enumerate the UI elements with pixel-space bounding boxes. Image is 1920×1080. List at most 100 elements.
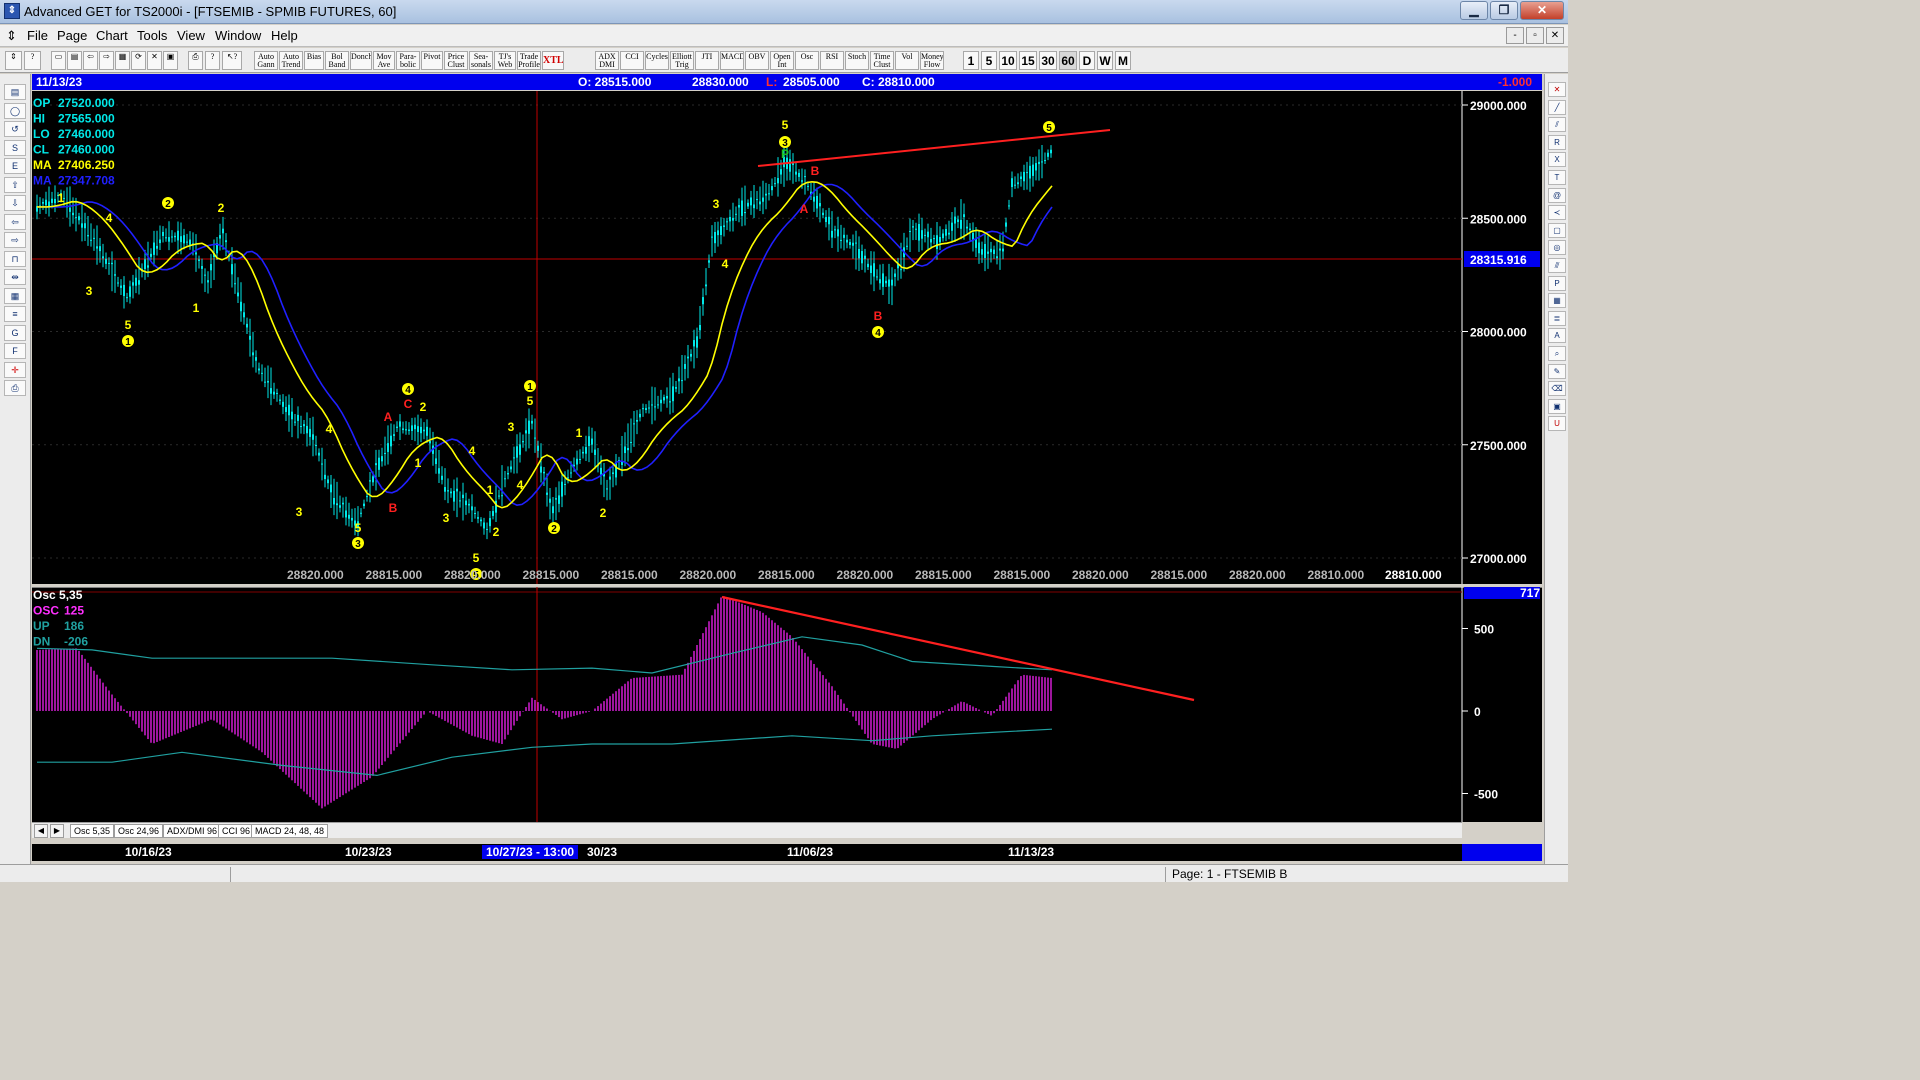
grid-icon[interactable]: ▦ <box>1548 293 1566 309</box>
price-chart-canvas[interactable]: 29000.000 28500.000 28000.000 27500.000 2700… <box>32 91 1542 584</box>
prob-icon[interactable]: ≣ <box>1548 310 1566 326</box>
menu-window[interactable]: Window <box>215 28 261 43</box>
study-button-pivot[interactable]: Pivot <box>421 51 443 70</box>
magnet-icon[interactable]: U <box>1548 416 1566 432</box>
study-button-donch[interactable]: Donch <box>350 51 372 70</box>
timeframe-button-10[interactable]: 10 <box>999 51 1017 70</box>
study-button-cycles[interactable]: Cycles <box>645 51 669 70</box>
elliott-icon[interactable]: E <box>4 158 26 174</box>
doc-close-button[interactable]: ✕ <box>1546 27 1564 44</box>
layout-icon[interactable]: ▦ <box>115 51 130 70</box>
study-button-jti[interactable]: JTI <box>695 51 719 70</box>
study-button-price-clust[interactable]: Price Clust <box>444 51 468 70</box>
study-button-xtl[interactable]: XTL <box>542 51 564 70</box>
tile-icon[interactable]: ▣ <box>163 51 178 70</box>
tab-scroll-left-icon[interactable]: ◀ <box>34 824 48 838</box>
tab-osc-24-96[interactable]: Osc 24,96 <box>114 824 164 838</box>
study-button-bol-band[interactable]: Bol Band <box>325 51 349 70</box>
doc-icon[interactable]: ⇕ <box>6 28 17 44</box>
timeframe-button-5[interactable]: 5 <box>981 51 997 70</box>
spiral-icon[interactable]: @ <box>1548 187 1566 203</box>
new-page-icon[interactable]: ▭ <box>51 51 66 70</box>
doc-restore-button[interactable]: ▫ <box>1526 27 1544 44</box>
timeframe-button-60[interactable]: 60 <box>1059 51 1077 70</box>
study-button-tj-s-web[interactable]: TJ's Web <box>494 51 516 70</box>
study-button-macd[interactable]: MACD <box>720 51 744 70</box>
reset-icon[interactable]: ↺ <box>4 121 26 137</box>
text-icon[interactable]: A <box>1548 328 1566 344</box>
oscillator-panel[interactable]: 500 0 -500 717 Osc 5,35 OSC 125 UP 186 DN -206 <box>32 586 1542 822</box>
pointer-icon[interactable]: ⇕ <box>5 51 22 70</box>
timeframe-button-m[interactable]: M <box>1115 51 1131 70</box>
arrow-down-icon[interactable]: ⇩ <box>4 195 26 211</box>
back-icon[interactable]: ⇦ <box>83 51 98 70</box>
study-button-auto-trend[interactable]: Auto Trend <box>279 51 303 70</box>
timeframe-button-w[interactable]: W <box>1097 51 1113 70</box>
study-button-stoch[interactable]: Stoch <box>845 51 869 70</box>
box-icon[interactable]: ▢ <box>1548 222 1566 238</box>
lines-icon[interactable]: ≡ <box>4 306 26 322</box>
study-button-rsi[interactable]: RSI <box>820 51 844 70</box>
timeframe-button-15[interactable]: 15 <box>1019 51 1037 70</box>
crosshair-icon[interactable]: ✛ <box>4 361 26 378</box>
study-button-trade-profile[interactable]: Trade Profile <box>517 51 541 70</box>
fib-ext-icon[interactable]: X <box>1548 152 1566 168</box>
study-button-vol[interactable]: Vol <box>895 51 919 70</box>
open-icon[interactable]: ▤ <box>67 51 82 70</box>
pti-icon[interactable]: P <box>1548 275 1566 291</box>
channel-icon[interactable]: ⫻ <box>1548 258 1566 273</box>
study-button-obv[interactable]: OBV <box>745 51 769 70</box>
bracket-icon[interactable]: ⊓ <box>4 250 26 267</box>
study-icon[interactable]: S <box>4 139 26 156</box>
study-button-cci[interactable]: CCI <box>620 51 644 70</box>
arrow-left-icon[interactable]: ⇦ <box>4 213 26 230</box>
menu-file[interactable]: File <box>27 28 48 43</box>
fan-icon[interactable]: ≺ <box>1548 205 1566 221</box>
grid-icon[interactable]: ▦ <box>4 287 26 304</box>
fib-ret-icon[interactable]: R <box>1548 134 1566 150</box>
menu-tools[interactable]: Tools <box>137 28 167 43</box>
arrow-right-icon[interactable]: ⇨ <box>4 232 26 248</box>
pencil-icon[interactable]: ✎ <box>1548 363 1566 379</box>
oscillator-canvas[interactable]: 500 0 -500 717 Osc 5,35 OSC 125 UP 186 DN -206 <box>32 586 1542 822</box>
ellipse-tool-icon[interactable]: ◯ <box>4 102 26 119</box>
menu-view[interactable]: View <box>177 28 205 43</box>
fib-time-icon[interactable]: T <box>1548 170 1566 185</box>
minimize-button[interactable]: ▁ <box>1460 1 1488 20</box>
timeframe-button-30[interactable]: 30 <box>1039 51 1057 70</box>
close-button[interactable]: ✕ <box>1520 1 1564 20</box>
maximize-button[interactable]: ❐ <box>1490 1 1518 20</box>
refresh-icon[interactable]: ⟳ <box>131 51 146 70</box>
clipboard-icon[interactable]: ▣ <box>1548 398 1566 414</box>
study-button-mov-ave[interactable]: Mov Ave <box>373 51 395 70</box>
timeframe-button-1[interactable]: 1 <box>963 51 979 70</box>
fib-range-icon[interactable]: ⇹ <box>4 269 26 285</box>
study-button-sea-sonals[interactable]: Sea-sonals <box>469 51 493 70</box>
tab-macd[interactable]: MACD 24, 48, 48 <box>251 824 329 838</box>
open-folder-icon[interactable]: ▤ <box>4 84 26 100</box>
study-button-auto-gann[interactable]: Auto Gann <box>254 51 278 70</box>
zoom-icon[interactable]: ⌕ <box>1548 346 1566 361</box>
study-button-money-flow[interactable]: Money Flow <box>920 51 944 70</box>
doc-minimize-button[interactable]: - <box>1506 27 1524 44</box>
forward-icon[interactable]: ⇨ <box>99 51 114 70</box>
study-button-osc[interactable]: Osc <box>795 51 819 70</box>
tab-osc-5-35[interactable]: Osc 5,35 <box>70 824 115 838</box>
study-button-elliott-trig[interactable]: Elliott Trig <box>670 51 694 70</box>
context-help-icon[interactable]: ↖? <box>222 51 242 70</box>
question-icon[interactable]: ? <box>205 51 220 70</box>
menu-help[interactable]: Help <box>271 28 298 43</box>
tab-adx-dmi[interactable]: ADX/DMI 96 <box>163 824 222 838</box>
menu-chart[interactable]: Chart <box>96 28 128 43</box>
menu-page[interactable]: Page <box>57 28 87 43</box>
tab-scroll-right-icon[interactable]: ▶ <box>50 824 64 838</box>
erase-icon[interactable]: ⌫ <box>1548 381 1566 397</box>
help-pointer-icon[interactable]: ? <box>24 51 41 70</box>
ellipse-icon[interactable]: ◎ <box>1548 240 1566 256</box>
study-button-time-clust[interactable]: Time Clust <box>870 51 894 70</box>
arrow-up-icon[interactable]: ⇧ <box>4 176 26 193</box>
tab-cci[interactable]: CCI 96 <box>218 824 255 838</box>
app-icon[interactable]: ⇕ <box>4 3 20 19</box>
study-button-adx-dmi[interactable]: ADX DMI <box>595 51 619 70</box>
study-button-open-int[interactable]: Open Int <box>770 51 794 70</box>
